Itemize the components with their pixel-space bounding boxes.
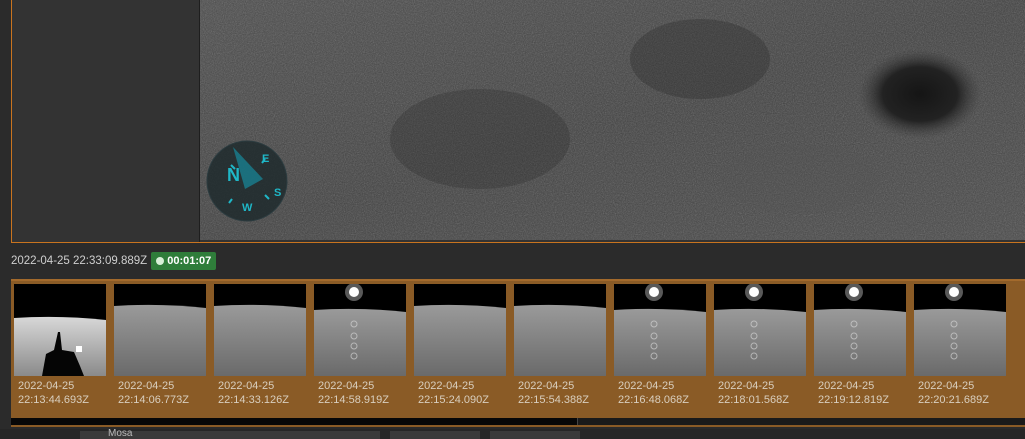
thumbnail-date: 2022-04-25 — [918, 380, 975, 392]
timestamp-bar: 2022-04-25 22:33:09.889Z 00:01:07 — [11, 252, 217, 270]
compass-west-label: W — [242, 202, 253, 214]
image-viewer[interactable] — [11, 0, 1025, 243]
bottom-tab[interactable] — [490, 431, 580, 439]
thumbnail-caption: 2022-04-25 22:15:54.388Z — [514, 376, 606, 407]
thumbnail-date: 2022-04-25 — [818, 380, 875, 392]
thumbnail-image — [114, 284, 206, 376]
thumbnail-time: 22:16:48.068Z — [618, 394, 689, 406]
thumbnail-time: 22:15:54.388Z — [518, 394, 589, 406]
thumbnail-image — [214, 284, 306, 376]
thumbnail-date: 2022-04-25 — [618, 380, 675, 392]
thumbnail-time: 22:14:58.919Z — [318, 394, 389, 406]
scrollbar-thumb[interactable] — [11, 418, 578, 425]
thumbnail-caption: 2022-04-25 22:14:58.919Z — [314, 376, 406, 407]
thumbnail-item[interactable]: 2022-04-25 22:20:21.689Z — [914, 284, 1006, 407]
filmstrip[interactable]: 2022-04-25 22:13:44.693Z 2022-04-25 22:14:0… — [11, 279, 1025, 427]
thumbnail-item[interactable]: 2022-04-25 22:14:06.773Z — [114, 284, 206, 407]
thumbnail-time: 22:14:33.126Z — [218, 394, 289, 406]
filmstrip-scrollbar[interactable] — [11, 418, 1025, 425]
thumbnail-time: 22:15:24.090Z — [418, 394, 489, 406]
compass-south-label: S — [274, 187, 281, 199]
thumbnail-date: 2022-04-25 — [718, 380, 775, 392]
thumbnail-image — [514, 284, 606, 376]
thumbnail-list: 2022-04-25 22:13:44.693Z 2022-04-25 22:14:0… — [14, 284, 1006, 407]
bottom-label: Mosa — [108, 428, 133, 439]
side-panel — [12, 0, 200, 242]
thumbnail-image — [14, 284, 106, 376]
thumbnail-caption: 2022-04-25 22:20:21.689Z — [914, 376, 1006, 407]
elapsed-time: 00:01:07 — [167, 255, 212, 267]
thumbnail-time: 22:14:06.773Z — [118, 394, 189, 406]
thumbnail-date: 2022-04-25 — [518, 380, 575, 392]
thumbnail-caption: 2022-04-25 22:14:33.126Z — [214, 376, 306, 407]
thumbnail-date: 2022-04-25 — [118, 380, 175, 392]
bottom-panel: Mosa — [0, 429, 1025, 439]
thumbnail-item[interactable]: 2022-04-25 22:16:48.068Z — [614, 284, 706, 407]
thumbnail-image — [914, 284, 1006, 376]
thumbnail-time: 22:20:21.689Z — [918, 394, 989, 406]
thumbnail-time: 22:13:44.693Z — [18, 394, 89, 406]
current-timestamp: 2022-04-25 22:33:09.889Z — [11, 255, 148, 267]
thumbnail-date: 2022-04-25 — [218, 380, 275, 392]
elapsed-badge: 00:01:07 — [151, 252, 217, 270]
thumbnail-image — [614, 284, 706, 376]
compass-east-label: E — [262, 153, 269, 165]
thumbnail-image — [314, 284, 406, 376]
thumbnail-item[interactable]: 2022-04-25 22:14:33.126Z — [214, 284, 306, 407]
thumbnail-time: 22:18:01.568Z — [718, 394, 789, 406]
thumbnail-item[interactable]: 2022-04-25 22:19:12.819Z — [814, 284, 906, 407]
thumbnail-date: 2022-04-25 — [318, 380, 375, 392]
thumbnail-caption: 2022-04-25 22:13:44.693Z — [14, 376, 106, 407]
thumbnail-caption: 2022-04-25 22:15:24.090Z — [414, 376, 506, 407]
thumbnail-image — [414, 284, 506, 376]
compass-widget[interactable]: N E S W — [205, 139, 289, 223]
thumbnail-caption: 2022-04-25 22:14:06.773Z — [114, 376, 206, 407]
bottom-tab[interactable] — [390, 431, 480, 439]
thumbnail-caption: 2022-04-25 22:19:12.819Z — [814, 376, 906, 407]
thumbnail-date: 2022-04-25 — [418, 380, 475, 392]
thumbnail-time: 22:19:12.819Z — [818, 394, 889, 406]
thumbnail-image — [714, 284, 806, 376]
compass-north-label: N — [227, 165, 240, 185]
thumbnail-caption: 2022-04-25 22:16:48.068Z — [614, 376, 706, 407]
thumbnail-date: 2022-04-25 — [18, 380, 75, 392]
thumbnail-item[interactable]: 2022-04-25 22:18:01.568Z — [714, 284, 806, 407]
thumbnail-image — [814, 284, 906, 376]
thumbnail-item[interactable]: 2022-04-25 22:15:54.388Z — [514, 284, 606, 407]
lunar-surface-image[interactable] — [200, 0, 1025, 240]
clock-icon — [156, 257, 165, 265]
thumbnail-item[interactable]: 2022-04-25 22:14:58.919Z — [314, 284, 406, 407]
thumbnail-item[interactable]: 2022-04-25 22:15:24.090Z — [414, 284, 506, 407]
thumbnail-caption: 2022-04-25 22:18:01.568Z — [714, 376, 806, 407]
thumbnail-item[interactable]: 2022-04-25 22:13:44.693Z — [14, 284, 106, 407]
